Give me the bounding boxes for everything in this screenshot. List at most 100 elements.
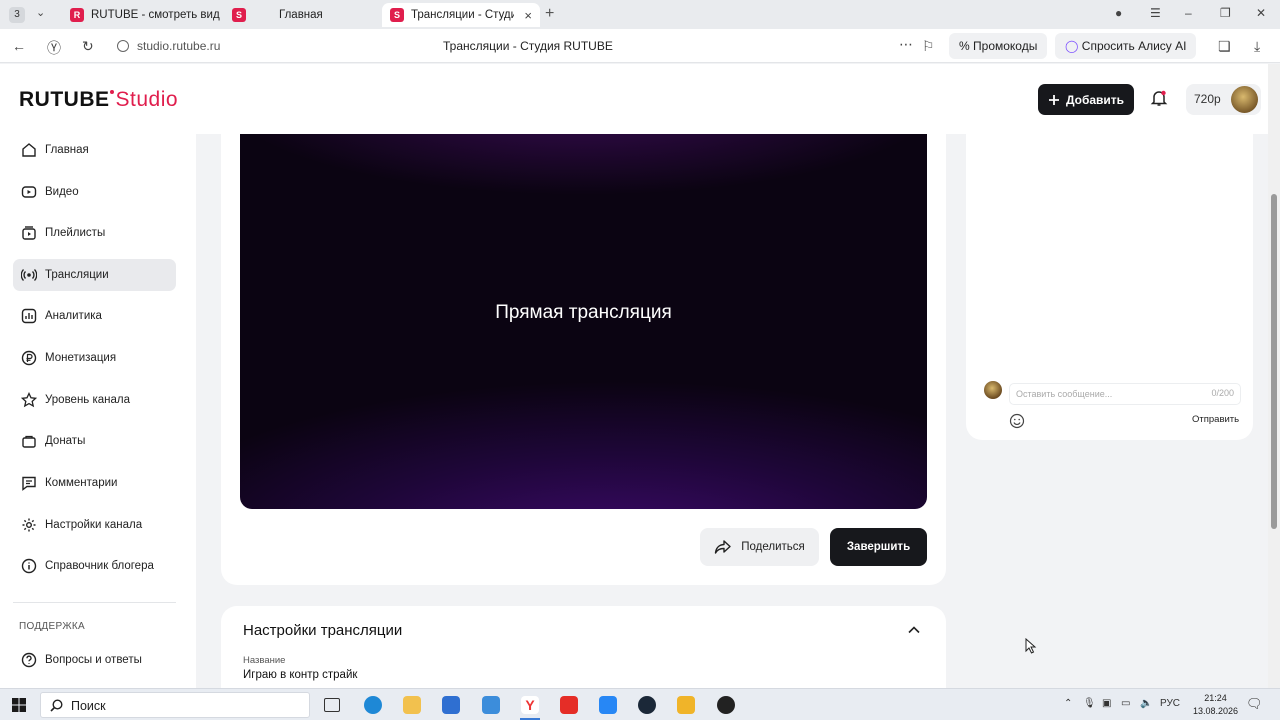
youtube-icon[interactable] (560, 696, 578, 714)
new-tab-plus-icon[interactable]: + (545, 5, 554, 23)
alisa-icon: ◯ (1065, 39, 1079, 53)
taskbar-search-box[interactable]: Поиск (40, 692, 310, 718)
site-info-icon[interactable] (117, 40, 129, 52)
browser-tab-rutube[interactable]: R RUTUBE - смотреть видео (62, 3, 220, 27)
support-caption: ПОДДЕРЖКА (19, 621, 85, 632)
settings-title: Настройки трансляции (243, 622, 403, 639)
chat-placeholder: Оставить сообщение... (1016, 389, 1113, 399)
account-menu[interactable]: 720p (1186, 84, 1261, 115)
comment-icon (20, 474, 38, 492)
vk-icon[interactable] (599, 696, 617, 714)
tab-list-chevron-icon[interactable]: ⌄ (36, 6, 45, 19)
share-button[interactable]: Поделиться (700, 528, 819, 566)
search-placeholder: Поиск (71, 699, 106, 713)
studio-app: RUTUBE Studio Добавить 720p Главная Видео… (0, 64, 1268, 688)
browser-tab-bar: 3 ⌄ R RUTUBE - смотреть видео S Главная … (0, 0, 1280, 29)
name-field-value[interactable]: Играю в контр страйк (243, 669, 357, 681)
chat-char-counter: 0/200 (1211, 388, 1234, 398)
downloads-icon[interactable]: ⤓ (1254, 38, 1260, 55)
browser-tab-home[interactable]: S Главная (224, 3, 378, 27)
bookmark-icon[interactable]: ⚐ (922, 38, 935, 55)
plus-icon (1048, 94, 1059, 105)
donate-icon (20, 432, 38, 450)
percent-icon: % (959, 39, 970, 53)
scrollbar-thumb[interactable] (1271, 194, 1277, 529)
rutube-favicon-icon: R (70, 8, 84, 22)
sidebar-item-channel-settings[interactable]: Настройки канала (13, 509, 176, 541)
browser-address-bar: ← Ⓨ ↻ studio.rutube.ru Трансляции - Студ… (0, 29, 1280, 63)
close-tab-icon[interactable]: × (524, 8, 532, 23)
sidebar-item-comments[interactable]: Комментарии (13, 467, 176, 499)
sidebar-item-blogger-guide[interactable]: Справочник блогера (13, 550, 176, 582)
end-broadcast-button[interactable]: Завершить (830, 528, 927, 566)
sidebar-item-faq[interactable]: Вопросы и ответы (13, 644, 176, 676)
notification-center-icon[interactable]: 🗨 (1246, 696, 1263, 712)
sidebar-item-analytics[interactable]: Аналитика (13, 300, 176, 332)
emoji-icon[interactable] (1009, 413, 1025, 429)
network-icon[interactable]: ▭ (1121, 698, 1130, 709)
page-scrollbar[interactable] (1268, 64, 1280, 688)
studio-favicon-icon: S (232, 8, 246, 22)
studio-header: RUTUBE Studio Добавить 720p (0, 64, 1268, 134)
microphone-icon[interactable]: 🎙 (1083, 698, 1096, 709)
ask-alisa-button[interactable]: ◯ Спросить Алису AI (1055, 33, 1197, 59)
live-video-player[interactable]: Прямая трансляция (240, 134, 927, 509)
sidebar-item-home[interactable]: Главная (13, 134, 176, 166)
sidebar-item-broadcasts[interactable]: Трансляции (13, 259, 176, 291)
sidebar-item-donations[interactable]: Донаты (13, 425, 176, 457)
broadcast-icon (20, 266, 38, 284)
sidebar-item-playlists[interactable]: Плейлисты (13, 217, 176, 249)
steam-icon[interactable] (638, 696, 656, 714)
yandex-icon[interactable]: Ⓨ (47, 38, 61, 58)
back-arrow-icon[interactable]: ← (12, 38, 26, 54)
rutube-studio-logo[interactable]: RUTUBE Studio (19, 88, 178, 112)
page-title-in-bar: Трансляции - Студия RUTUBE (443, 39, 613, 53)
close-window-icon[interactable]: ✕ (1256, 6, 1266, 20)
store-icon[interactable] (442, 696, 460, 714)
tray-expand-chevron-icon[interactable]: ⌃ (1064, 698, 1072, 709)
sidebar-item-label: Комментарии (45, 477, 118, 489)
logo-suffix: Studio (115, 88, 179, 111)
chat-avatar (984, 381, 1002, 399)
chevron-up-icon[interactable] (907, 623, 921, 637)
reload-icon[interactable]: ↻ (82, 38, 94, 55)
sidebar-item-label: Аналитика (45, 310, 102, 322)
broadcast-settings-card: Настройки трансляции Название Играю в ко… (221, 606, 946, 688)
profile-dot-icon[interactable]: ● (1115, 6, 1122, 20)
more-dots-icon[interactable]: ⋯ (899, 36, 913, 53)
add-button[interactable]: Добавить (1038, 84, 1134, 115)
file-explorer-icon[interactable] (403, 696, 421, 714)
send-message-button[interactable]: Отправить (1192, 414, 1239, 425)
tray-app-icon[interactable]: ▣ (1102, 698, 1111, 709)
game-launcher-icon[interactable] (677, 696, 695, 714)
sidebar-divider (13, 602, 176, 603)
share-label: Поделиться (741, 541, 805, 553)
volume-icon[interactable]: 🔈 (1140, 698, 1152, 709)
keyboard-language[interactable]: РУС (1160, 698, 1180, 709)
search-icon (50, 699, 63, 712)
obs-icon[interactable] (717, 696, 735, 714)
url-text[interactable]: studio.rutube.ru (137, 39, 220, 53)
tab-count-badge[interactable]: 3 (9, 7, 25, 23)
taskbar-clock[interactable]: 21:24 13.08.2026 (1193, 692, 1238, 718)
sidebar-item-channel-level[interactable]: Уровень канала (13, 384, 176, 416)
collections-icon[interactable]: ❏ (1218, 38, 1231, 55)
promocodes-button[interactable]: % Промокоды (949, 33, 1048, 59)
edge-browser-icon[interactable] (364, 696, 382, 714)
windows-start-icon[interactable] (12, 698, 26, 712)
notifications-bell-icon[interactable] (1150, 89, 1168, 107)
minimize-icon[interactable]: – (1185, 6, 1192, 20)
task-view-icon[interactable] (324, 698, 340, 712)
tab-title: Главная (279, 9, 323, 21)
menu-icon[interactable]: ☰ (1150, 6, 1161, 20)
yandex-browser-icon[interactable]: Y (521, 696, 539, 714)
logo-text: RUTUBE (19, 88, 110, 111)
browser-tab-broadcasts[interactable]: S Трансляции - Студия RUTUBE × (382, 3, 540, 27)
sidebar-item-monetization[interactable]: Монетизация (13, 342, 176, 374)
mail-icon[interactable] (482, 696, 500, 714)
restore-icon[interactable]: ❐ (1220, 6, 1231, 20)
sidebar-item-video[interactable]: Видео (13, 176, 176, 208)
star-icon (20, 391, 38, 409)
chat-message-input[interactable]: Оставить сообщение... 0/200 (1009, 383, 1241, 405)
sidebar-item-label: Монетизация (45, 352, 117, 364)
